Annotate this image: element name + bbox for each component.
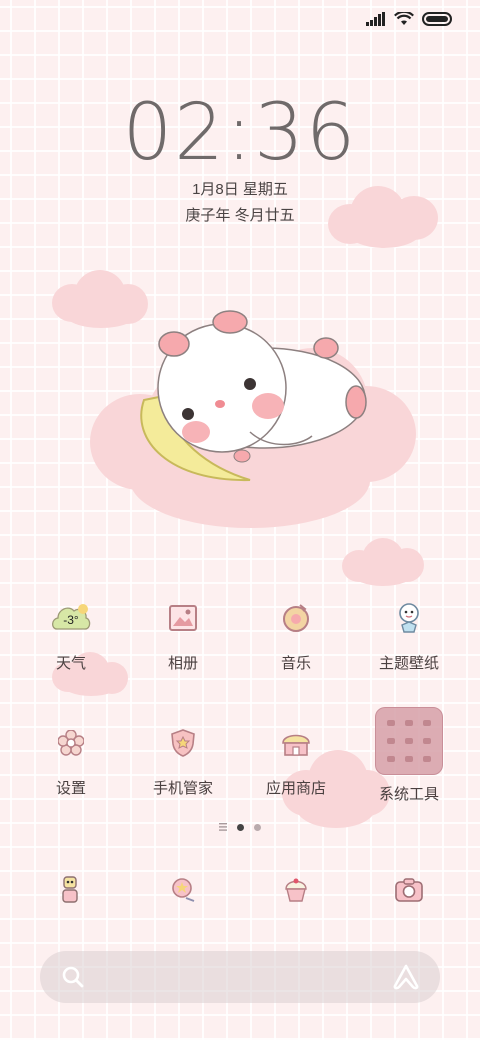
cloud-decoration (342, 538, 424, 588)
folder-icon (375, 707, 443, 775)
weather-cloud-icon: -3° (51, 598, 91, 638)
app-settings[interactable]: 设置 (16, 723, 126, 798)
music-icon (276, 598, 316, 638)
cupcake-icon[interactable] (276, 870, 316, 910)
theme-wallpaper-icon (389, 598, 429, 638)
wifi-icon (394, 12, 414, 25)
weather-temperature: -3° (63, 613, 79, 627)
photo-album-icon (163, 598, 203, 638)
page-indicator[interactable] (0, 823, 480, 831)
app-label: 设置 (55, 780, 86, 797)
cloud-decoration (328, 182, 440, 252)
page-dot-active[interactable] (237, 823, 244, 831)
app-label: 音乐 (280, 655, 311, 672)
app-label: 相册 (167, 655, 198, 672)
lock-clock[interactable]: 02:36 (0, 88, 480, 178)
page-list-icon[interactable] (219, 823, 227, 831)
hamster-illustration (140, 310, 367, 482)
app-store-house-icon (276, 723, 316, 763)
app-weather[interactable]: -3° 天气 (16, 598, 126, 673)
app-phone-manager[interactable]: 手机管家 (128, 723, 238, 798)
battery-icon (422, 12, 452, 26)
app-label: 主题壁纸 (378, 655, 439, 672)
app-label: 系统工具 (378, 786, 439, 803)
app-store[interactable]: 应用商店 (241, 723, 351, 798)
search-bar[interactable] (40, 951, 440, 1003)
signal-icon (366, 12, 385, 26)
app-label: 应用商店 (265, 780, 326, 797)
security-shield-icon (163, 723, 203, 763)
app-music[interactable]: 音乐 (241, 598, 351, 673)
app-label: 天气 (55, 655, 86, 672)
status-bar (366, 12, 452, 26)
app-album[interactable]: 相册 (128, 598, 238, 673)
clock-time: 02:36 (122, 88, 358, 178)
camera-icon[interactable] (389, 870, 429, 910)
page-dot[interactable] (254, 823, 261, 831)
app-theme[interactable]: 主题壁纸 (354, 598, 464, 673)
assistant-icon[interactable] (392, 964, 420, 990)
dock (0, 860, 480, 920)
search-icon[interactable] (62, 966, 84, 988)
robot-icon[interactable] (50, 870, 90, 910)
app-label: 手机管家 (152, 780, 213, 797)
app-system-tools-folder[interactable]: 系统工具 (354, 707, 464, 804)
browser-icon[interactable] (163, 870, 203, 910)
settings-flower-icon (51, 723, 91, 763)
